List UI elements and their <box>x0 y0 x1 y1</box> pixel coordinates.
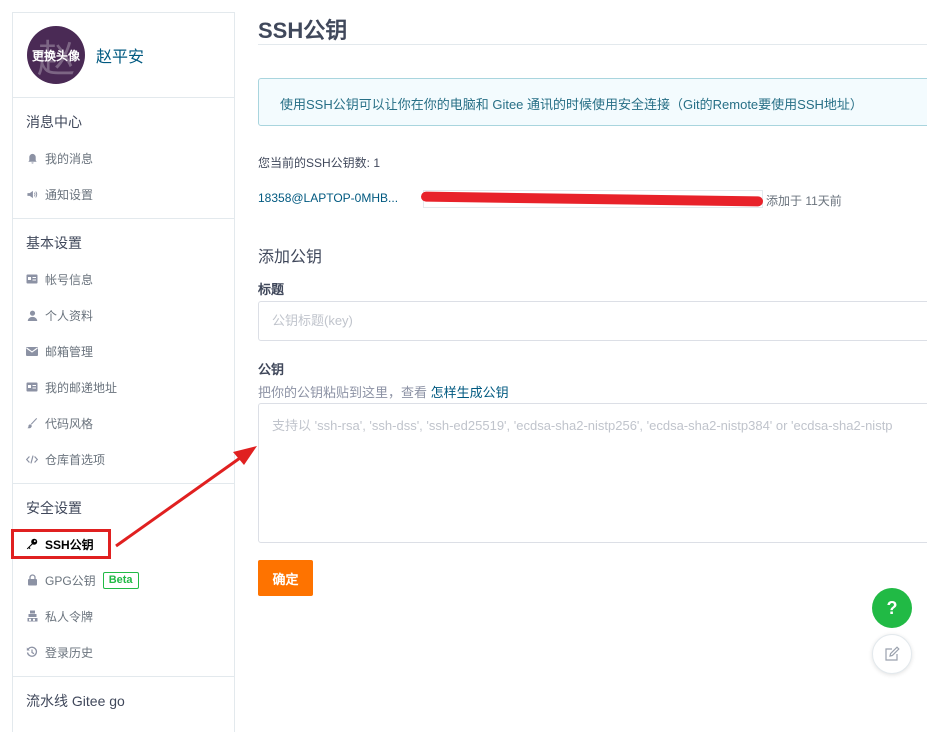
edit-icon <box>884 646 900 662</box>
sidebar-item-label: 个人资料 <box>45 308 94 323</box>
sidebar-item-gpg-keys[interactable]: GPG公钥 Beta <box>13 562 234 598</box>
page-title: SSH公钥 <box>258 0 927 45</box>
bell-icon <box>26 152 38 164</box>
user-name[interactable]: 赵平安 <box>96 43 144 67</box>
key-label: 公钥 <box>258 362 285 377</box>
info-message: 使用SSH公钥可以让你在你的电脑和 Gitee 通讯的时候使用安全连接（Git的… <box>258 78 927 126</box>
main-content: SSH公钥 使用SSH公钥可以让你在你的电脑和 Gitee 通讯的时候使用安全连… <box>258 0 927 596</box>
brush-icon <box>26 417 38 429</box>
section-basic: 基本设置 帐号信息 个人资料 邮箱管理 我的邮递地址 代码风格 仓库首选项 <box>13 219 234 484</box>
avatar[interactable]: 赵 更换头像 <box>27 26 85 84</box>
sidebar-item-label: 登录历史 <box>45 645 94 660</box>
speaker-icon <box>26 188 38 200</box>
sidebar-item-repo-prefs[interactable]: 仓库首选项 <box>13 441 234 477</box>
key-title-link[interactable]: 18358@LAPTOP-0MHB... <box>258 191 398 205</box>
sidebar-item-label: 仓库首选项 <box>45 452 106 467</box>
key-hint-text: 把你的公钥粘贴到这里，查看 <box>258 385 428 400</box>
sidebar-item-ssh-keys[interactable]: SSH公钥 <box>11 526 234 562</box>
sidebar-item-label: 邮箱管理 <box>45 344 94 359</box>
sidebar-item-my-messages[interactable]: 我的消息 <box>13 140 234 176</box>
section-security: 安全设置 SSH公钥 GPG公钥 Beta 私人令牌 登录历史 <box>11 484 234 677</box>
sidebar-item-code-style[interactable]: 代码风格 <box>13 405 234 441</box>
add-key-heading: 添加公钥 <box>258 249 323 266</box>
sidebar-item-label: 我的邮递地址 <box>45 380 118 395</box>
public-key-placeholder: 支持以 'ssh-rsa', 'ssh-dss', 'ssh-ed25519',… <box>272 418 893 433</box>
feedback-button[interactable] <box>872 634 912 674</box>
key-hint: 把你的公钥粘贴到这里，查看 怎样生成公钥 <box>258 382 509 401</box>
sidebar-item-notify-settings[interactable]: 通知设置 <box>13 176 234 212</box>
key-title-placeholder: 公钥标题(key) <box>272 313 353 328</box>
sidebar-item-label: 私人令牌 <box>45 609 94 624</box>
user-icon <box>26 309 38 321</box>
history-icon <box>26 646 38 658</box>
key-added-time: 添加于 11天前 <box>766 194 842 208</box>
help-label: ? <box>886 597 898 618</box>
section-title: 消息中心 <box>26 114 82 130</box>
id-card-icon <box>26 381 38 393</box>
sidebar-item-address[interactable]: 我的邮递地址 <box>13 369 234 405</box>
mail-icon <box>26 345 38 357</box>
section-title[interactable]: 流水线 Gitee go <box>13 677 234 719</box>
profile-card: 赵 更换头像 赵平安 <box>13 13 234 98</box>
settings-sidebar: 赵 更换头像 赵平安 消息中心 我的消息 通知设置 基本设置 帐号信息 个人资料… <box>11 12 235 732</box>
key-count: 您当前的SSH公钥数: 1 <box>258 156 381 170</box>
token-icon <box>26 610 38 622</box>
sidebar-item-profile[interactable]: 个人资料 <box>13 297 234 333</box>
section-title: 安全设置 <box>26 500 82 516</box>
sidebar-item-tokens[interactable]: 私人令牌 <box>13 598 234 634</box>
beta-badge: Beta <box>102 571 139 589</box>
sidebar-item-label: GPG公钥 <box>45 573 96 588</box>
sidebar-item-label: 我的消息 <box>45 151 94 166</box>
ssh-key-row: 18358@LAPTOP-0MHB... 添加于 11天前 <box>258 190 927 209</box>
section-pipeline: 流水线 Gitee go <box>13 677 234 725</box>
sidebar-item-email[interactable]: 邮箱管理 <box>13 333 234 369</box>
title-label: 标题 <box>258 282 285 297</box>
id-card-icon <box>26 273 38 285</box>
sidebar-item-label: 帐号信息 <box>45 272 94 287</box>
sidebar-item-label: 代码风格 <box>45 416 94 431</box>
sidebar-item-account-info[interactable]: 帐号信息 <box>13 261 234 297</box>
code-icon <box>26 453 38 465</box>
help-button[interactable]: ? <box>872 588 912 628</box>
sidebar-item-login-history[interactable]: 登录历史 <box>13 634 234 670</box>
annotation-highlight-box <box>11 529 111 559</box>
submit-button[interactable]: 确定 <box>258 560 313 596</box>
key-title-input[interactable]: 公钥标题(key) <box>258 301 927 341</box>
section-messages: 消息中心 我的消息 通知设置 <box>13 98 234 219</box>
sidebar-item-label: 通知设置 <box>45 187 94 202</box>
public-key-textarea[interactable]: 支持以 'ssh-rsa', 'ssh-dss', 'ssh-ed25519',… <box>258 403 927 543</box>
section-title: 基本设置 <box>26 235 82 251</box>
how-to-generate-link[interactable]: 怎样生成公钥 <box>431 385 509 400</box>
change-avatar-label[interactable]: 更换头像 <box>32 47 80 64</box>
lock-icon <box>26 574 38 586</box>
